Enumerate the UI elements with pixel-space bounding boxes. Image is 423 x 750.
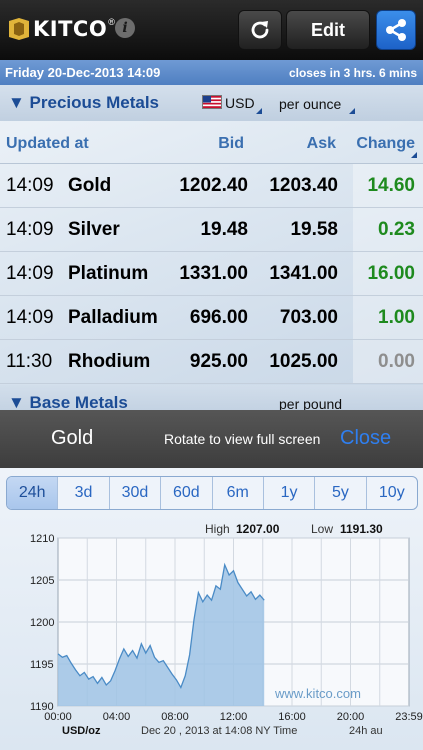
change-sort-icon bbox=[411, 152, 417, 158]
base-metals-title: ▼ Base Metals bbox=[8, 393, 128, 410]
timeframe-tabs: 24h 3d 30d 60d 6m 1y 5y 10y bbox=[6, 476, 418, 510]
table-row[interactable]: 14:09 Gold 1202.40 1203.40 14.60 bbox=[0, 164, 423, 208]
y-tick-label: 1195 bbox=[30, 659, 54, 671]
chart-panel: 24h 3d 30d 60d 6m 1y 5y 10y 1210 1205 1200 1195 119… bbox=[0, 468, 423, 750]
x-tick-label: 04:00 bbox=[103, 711, 131, 723]
tab-30d[interactable]: 30d bbox=[110, 477, 162, 509]
base-metals-header[interactable]: ▼ Base Metals per pound bbox=[0, 385, 423, 410]
tab-24h[interactable]: 24h bbox=[7, 477, 59, 509]
share-icon bbox=[386, 19, 406, 41]
row-metal-name: Platinum bbox=[68, 263, 149, 284]
row-ask: 19.58 bbox=[290, 219, 338, 240]
info-button[interactable]: i bbox=[115, 18, 135, 38]
row-change: 0.00 bbox=[378, 351, 415, 372]
y-tick-label: 1200 bbox=[30, 617, 54, 629]
row-metal-name: Rhodium bbox=[68, 351, 151, 372]
header-change[interactable]: Change bbox=[356, 135, 415, 153]
date-bar: Friday 20-Dec-2013 14:09 closes in 3 hrs… bbox=[0, 60, 423, 85]
header-updated: Updated at bbox=[6, 135, 89, 152]
row-bid: 696.00 bbox=[189, 307, 248, 328]
chart-overlay-header: Gold Rotate to view full screen Close bbox=[0, 410, 423, 468]
y-tick-label: 1210 bbox=[30, 533, 54, 545]
precious-metals-header[interactable]: ▼ Precious Metals USD per ounce bbox=[0, 85, 423, 121]
header-ask: Ask bbox=[306, 135, 336, 152]
chart-watermark: www.kitco.com bbox=[274, 686, 361, 701]
row-time: 14:09 bbox=[6, 307, 54, 328]
rotate-hint: Rotate to view full screen bbox=[164, 431, 321, 447]
row-change: 14.60 bbox=[367, 175, 415, 196]
tab-3d[interactable]: 3d bbox=[58, 477, 110, 509]
row-change: 0.23 bbox=[378, 219, 415, 240]
market-close-countdown: closes in 3 hrs. 6 mins bbox=[288, 66, 417, 80]
tab-60d[interactable]: 60d bbox=[161, 477, 213, 509]
row-bid: 19.48 bbox=[200, 219, 248, 240]
row-metal-name: Silver bbox=[68, 219, 120, 240]
low-label: Low bbox=[311, 522, 333, 536]
table-row[interactable]: 11:30 Rhodium 925.00 1025.00 0.00 bbox=[0, 340, 423, 384]
x-tick-label: 16:00 bbox=[278, 711, 306, 723]
row-time: 14:09 bbox=[6, 219, 54, 240]
x-tick-label: 08:00 bbox=[161, 711, 189, 723]
row-time: 11:30 bbox=[6, 351, 53, 372]
row-change: 1.00 bbox=[378, 307, 415, 328]
y-tick-label: 1205 bbox=[30, 575, 54, 587]
table-row[interactable]: 14:09 Palladium 696.00 703.00 1.00 bbox=[0, 296, 423, 340]
base-unit-selector[interactable]: per pound bbox=[279, 396, 342, 410]
chart-metal-title: Gold bbox=[51, 427, 94, 449]
refresh-button[interactable] bbox=[238, 10, 282, 50]
row-bid: 1202.40 bbox=[179, 175, 248, 196]
row-ask: 1341.00 bbox=[269, 263, 338, 284]
x-tick-label: 23:59 bbox=[395, 711, 423, 723]
row-change: 16.00 bbox=[367, 263, 415, 284]
logo-registered-mark: ® bbox=[108, 17, 115, 27]
close-button[interactable]: Close bbox=[340, 427, 391, 450]
chart-corner-label: 24h au bbox=[349, 725, 383, 737]
metals-list: ▼ Precious Metals USD per ounce Updated … bbox=[0, 85, 423, 410]
x-tick-label: 12:00 bbox=[220, 711, 248, 723]
share-button[interactable] bbox=[376, 10, 416, 50]
row-metal-name: Palladium bbox=[68, 307, 158, 328]
column-headers: Updated at Bid Ask Change bbox=[0, 121, 423, 164]
row-ask: 1025.00 bbox=[269, 351, 338, 372]
unit-dropdown-icon bbox=[349, 108, 355, 114]
unit-label: USD/oz bbox=[62, 725, 101, 737]
row-ask: 703.00 bbox=[279, 307, 338, 328]
logo-text: KITCO bbox=[33, 17, 108, 41]
table-row[interactable]: 14:09 Platinum 1331.00 1341.00 16.00 bbox=[0, 252, 423, 296]
currency-dropdown-icon bbox=[256, 108, 262, 114]
kitco-logo: KITCO ® bbox=[8, 14, 115, 44]
chart-timestamp: Dec 20 , 2013 at 14:08 NY Time bbox=[141, 725, 297, 737]
row-bid: 925.00 bbox=[189, 351, 248, 372]
row-ask: 1203.40 bbox=[269, 175, 338, 196]
precious-metals-title: ▼ Precious Metals bbox=[8, 93, 159, 112]
tab-6m[interactable]: 6m bbox=[213, 477, 264, 509]
tab-10y[interactable]: 10y bbox=[367, 477, 417, 509]
x-tick-label: 20:00 bbox=[337, 711, 365, 723]
edit-button[interactable]: Edit bbox=[286, 10, 370, 50]
refresh-icon bbox=[251, 21, 269, 39]
us-flag-icon bbox=[202, 95, 222, 109]
x-tick-label: 00:00 bbox=[44, 711, 72, 723]
currency-selector[interactable]: USD bbox=[225, 95, 255, 111]
high-value: 1207.00 bbox=[236, 522, 280, 536]
tab-5y[interactable]: 5y bbox=[315, 477, 367, 509]
high-label: High bbox=[205, 522, 230, 536]
unit-selector[interactable]: per ounce bbox=[279, 96, 341, 112]
row-time: 14:09 bbox=[6, 175, 54, 196]
header-bid: Bid bbox=[218, 135, 244, 152]
kitco-logo-icon bbox=[8, 17, 30, 41]
top-nav-bar: KITCO ® i Edit bbox=[0, 0, 423, 60]
current-date: Friday 20-Dec-2013 14:09 bbox=[5, 65, 161, 80]
tab-1y[interactable]: 1y bbox=[264, 477, 316, 509]
row-metal-name: Gold bbox=[68, 175, 112, 196]
row-time: 14:09 bbox=[6, 263, 54, 284]
low-value: 1191.30 bbox=[340, 522, 383, 536]
row-bid: 1331.00 bbox=[179, 263, 248, 284]
table-row[interactable]: 14:09 Silver 19.48 19.58 0.23 bbox=[0, 208, 423, 252]
gold-price-chart: 1210120512001195119000:00 04:00 08:00 12:00… bbox=[30, 522, 423, 737]
